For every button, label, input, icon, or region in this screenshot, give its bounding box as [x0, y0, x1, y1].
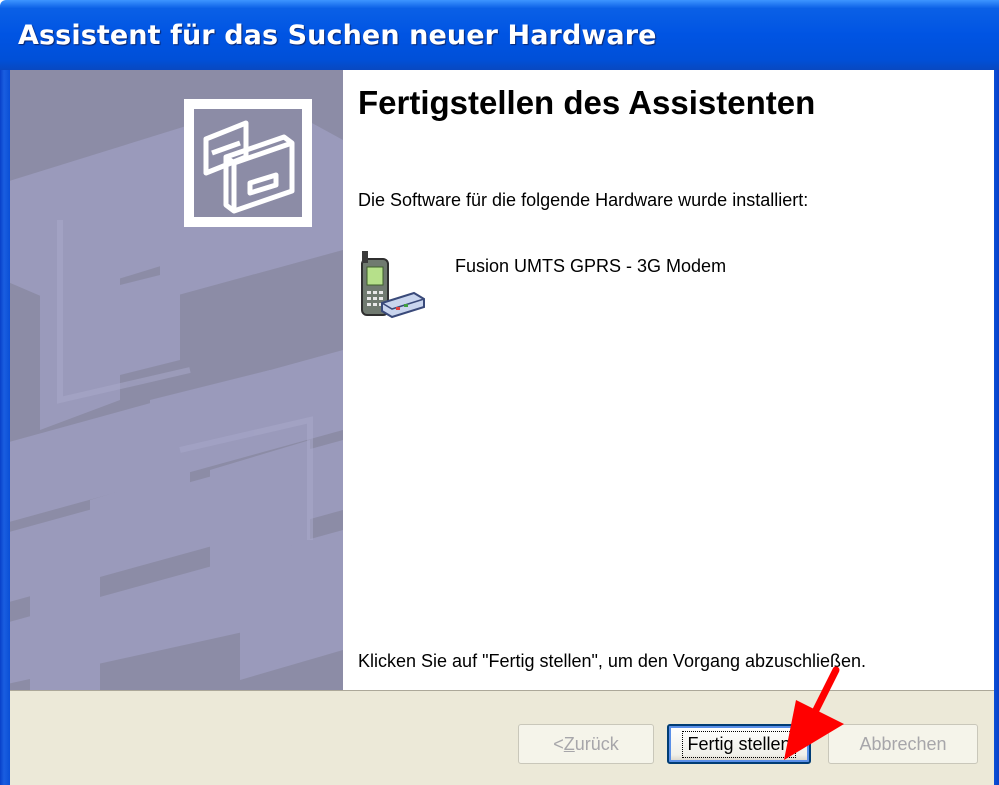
- red-arrow-icon: [784, 666, 844, 760]
- back-button-mnemonic: Z: [563, 733, 575, 754]
- title-bar[interactable]: Assistent für das Suchen neuer Hardware: [0, 0, 999, 70]
- hardware-card-icon: [184, 99, 312, 227]
- device-name-label: Fusion UMTS GPRS - 3G Modem: [455, 256, 727, 276]
- modem-phone-icon: [358, 245, 428, 325]
- wizard-window: Assistent für das Suchen neuer Hardware: [0, 0, 999, 785]
- wizard-side-banner: [10, 70, 343, 690]
- back-button-prefix: <: [553, 733, 564, 754]
- window-frame-left: [0, 70, 10, 785]
- window-title: Assistent für das Suchen neuer Hardware: [18, 20, 657, 51]
- back-button[interactable]: < Zurück: [518, 724, 654, 764]
- window-frame-right: [994, 70, 999, 785]
- back-button-rest: urück: [574, 733, 619, 754]
- page-title: Fertigstellen des Assistenten: [358, 84, 816, 121]
- intro-text: Die Software für die folgende Hardware w…: [358, 190, 809, 210]
- wizard-content: Fertigstellen des Assistenten Die Softwa…: [10, 70, 994, 690]
